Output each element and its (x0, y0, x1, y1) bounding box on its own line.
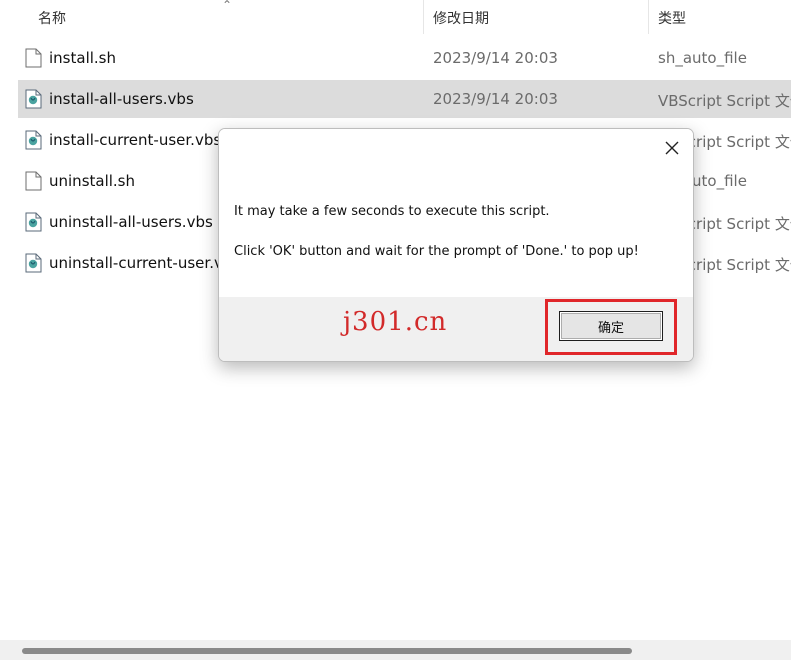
column-divider[interactable] (648, 0, 649, 34)
file-name: install-all-users.vbs (49, 90, 194, 108)
close-button[interactable] (657, 133, 687, 163)
vbs-script-icon (25, 130, 42, 150)
watermark-text: j301.cn (343, 307, 448, 337)
column-date-header[interactable]: 修改日期 (433, 8, 489, 28)
dialog-titlebar[interactable] (219, 129, 693, 167)
sort-ascending-icon: ⌃ (222, 0, 233, 12)
scrollbar-thumb[interactable] (22, 648, 632, 654)
dialog-footer: j301.cn 确定 (219, 297, 693, 361)
vbs-script-icon (25, 212, 42, 232)
file-name: install-current-user.vbs (49, 131, 222, 149)
close-icon (665, 141, 679, 155)
blank-file-icon (25, 171, 42, 191)
message-dialog: It may take a few seconds to execute thi… (218, 128, 694, 362)
file-name: install.sh (49, 49, 116, 67)
file-date: 2023/9/14 20:03 (433, 90, 558, 108)
column-name-header[interactable]: 名称 (38, 8, 66, 28)
column-type-header[interactable]: 类型 (658, 8, 686, 28)
file-explorer: 名称 ⌃ 修改日期 类型 install.sh 2023/9/14 20:03 … (0, 0, 791, 660)
dialog-message-line2: Click 'OK' button and wait for the promp… (234, 244, 639, 259)
dialog-message-line1: It may take a few seconds to execute thi… (234, 204, 550, 219)
file-name: uninstall.sh (49, 172, 136, 190)
file-date: 2023/9/14 20:03 (433, 49, 558, 67)
column-header: 名称 ⌃ 修改日期 类型 (0, 0, 791, 34)
blank-file-icon (25, 48, 42, 68)
file-row[interactable]: install.sh 2023/9/14 20:03 sh_auto_file (18, 39, 791, 77)
file-name: uninstall-current-user.vbs (49, 254, 241, 272)
file-row-selected[interactable]: install-all-users.vbs 2023/9/14 20:03 VB… (18, 80, 791, 118)
vbs-script-icon (25, 253, 42, 273)
file-type: sh_auto_file (658, 49, 747, 67)
file-name: uninstall-all-users.vbs (49, 213, 213, 231)
file-type: VBScript Script 文件 (658, 92, 791, 110)
ok-button[interactable]: 确定 (559, 311, 663, 341)
dialog-body: It may take a few seconds to execute thi… (219, 167, 693, 297)
column-divider[interactable] (423, 0, 424, 34)
horizontal-scrollbar[interactable] (0, 640, 791, 660)
vbs-script-icon (25, 89, 42, 109)
